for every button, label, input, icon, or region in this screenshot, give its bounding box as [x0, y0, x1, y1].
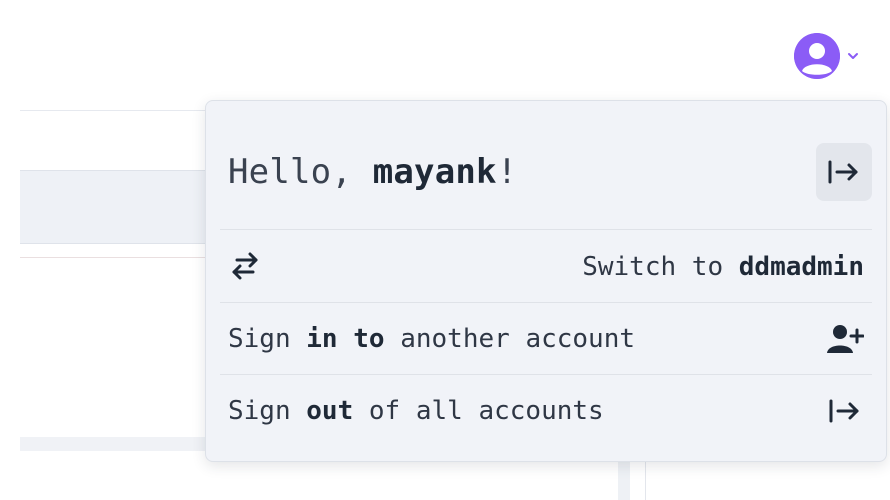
- sign-out-all-label: Sign out of all accounts: [228, 396, 604, 426]
- user-plus-icon: [826, 323, 864, 355]
- sign-in-part1: Sign: [228, 323, 307, 354]
- sign-out-all-item[interactable]: Sign out of all accounts: [220, 375, 872, 447]
- switch-account-item[interactable]: Switch to ddmadmin: [220, 231, 872, 303]
- sign-out-bold: out: [306, 396, 354, 426]
- logout-button[interactable]: [816, 143, 872, 201]
- greeting-username: mayank: [372, 152, 497, 192]
- logout-arrow-icon: [828, 160, 858, 184]
- sign-in-bold: in to: [306, 323, 385, 354]
- greeting-prefix: Hello,: [228, 152, 373, 192]
- switch-account-name: ddmadmin: [738, 251, 864, 282]
- user-circle-icon: [794, 33, 840, 79]
- user-dropdown-menu: Hello, mayank! Switch to ddmadmin Sign i…: [205, 100, 887, 462]
- switch-arrows-icon: [228, 250, 262, 284]
- switch-account-prefix: Switch to: [582, 251, 739, 282]
- greeting-suffix: !: [496, 152, 518, 192]
- user-menu-trigger[interactable]: [794, 33, 874, 79]
- logout-arrow-icon: [826, 397, 864, 425]
- sign-in-another-item[interactable]: Sign in to another account: [220, 303, 872, 375]
- background-divider: [20, 110, 220, 111]
- page: Hello, mayank! Switch to ddmadmin Sign i…: [0, 0, 890, 500]
- background-panel: [20, 170, 220, 244]
- chevron-down-icon: [846, 49, 860, 63]
- greeting-text: Hello, mayank!: [220, 152, 517, 192]
- greeting-row: Hello, mayank!: [220, 129, 872, 230]
- sign-in-part2: another account: [384, 323, 636, 354]
- sign-out-part1: Sign: [228, 396, 307, 426]
- sign-in-another-label: Sign in to another account: [228, 324, 635, 354]
- background-divider: [20, 257, 220, 258]
- sign-out-part2: of all accounts: [353, 396, 604, 426]
- switch-account-label: Switch to ddmadmin: [582, 252, 864, 282]
